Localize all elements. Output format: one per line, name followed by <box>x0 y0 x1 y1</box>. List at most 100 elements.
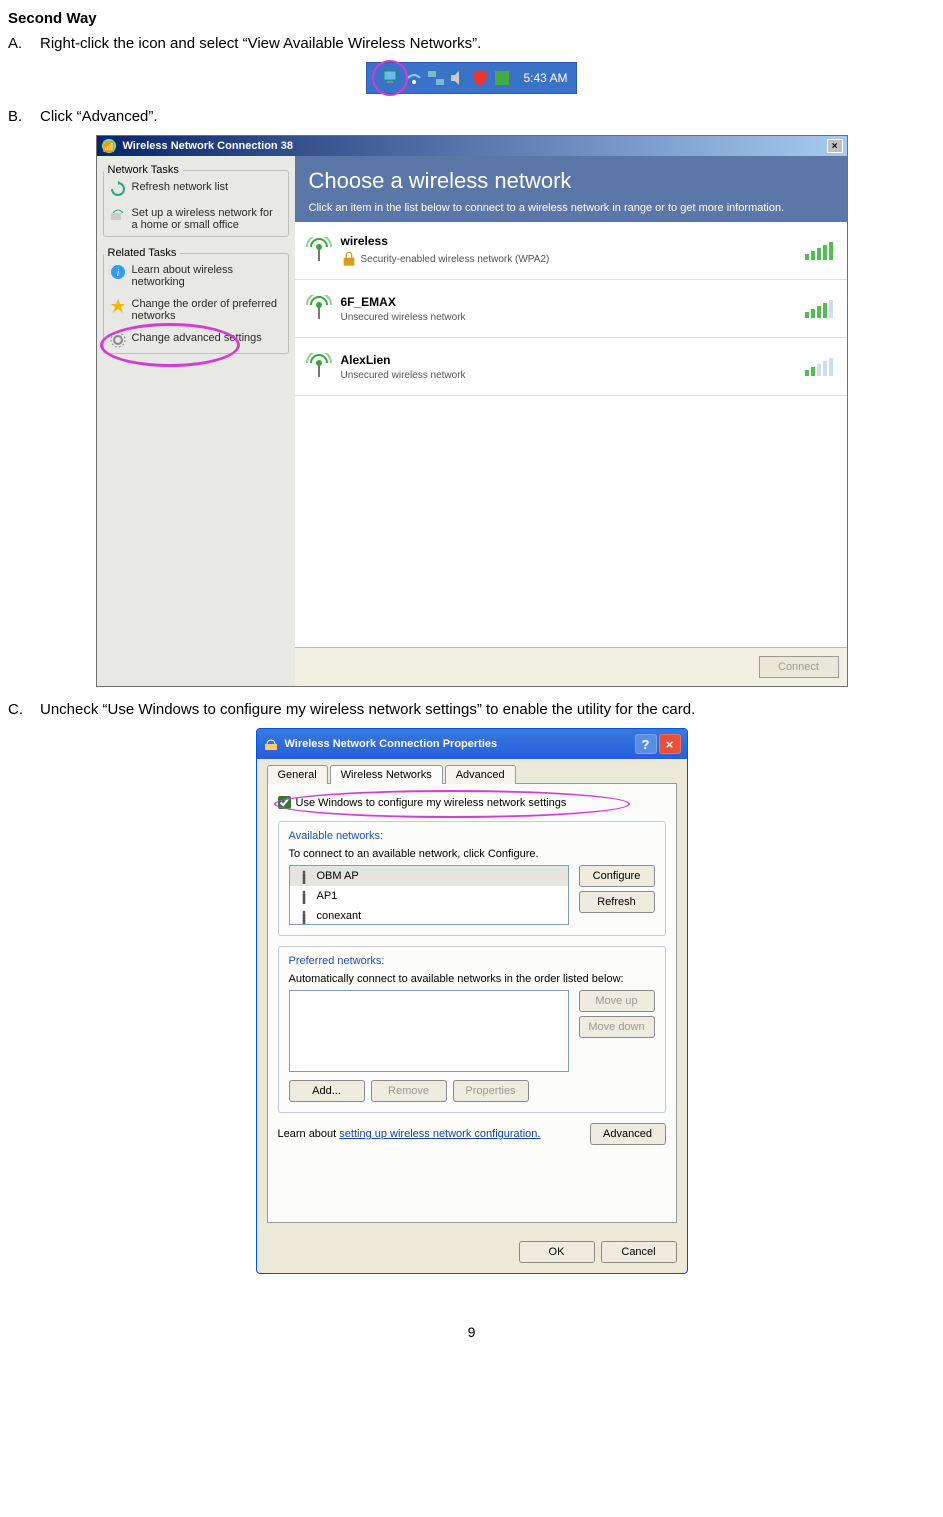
figure-systray: 5:43 AM <box>8 62 935 94</box>
antenna-icon <box>305 353 333 381</box>
wireless-titlebar-icon: 📶 <box>101 138 117 154</box>
use-windows-checkbox-row[interactable]: Use Windows to configure my wireless net… <box>278 794 666 811</box>
learn-link[interactable]: setting up wireless network configuratio… <box>339 1128 540 1140</box>
gear-icon <box>110 332 126 348</box>
step-c-text: Uncheck “Use Windows to configure my wir… <box>40 701 695 718</box>
properties-title: Wireless Network Connection Properties <box>285 738 498 750</box>
task-change-order-label: Change the order of preferred networks <box>132 298 282 322</box>
available-subtitle: To connect to an available network, clic… <box>289 848 655 860</box>
step-a-letter: A. <box>8 35 26 52</box>
network-name: AlexLien <box>341 353 797 367</box>
learn-text: Learn about setting up wireless network … <box>278 1128 570 1140</box>
moveup-button[interactable]: Move up <box>579 990 655 1012</box>
figure-wireless-list: 📶 Wireless Network Connection 38 × Netwo… <box>8 135 935 687</box>
step-b-row: B. Click “Advanced”. <box>8 108 935 125</box>
network-item[interactable]: 6F_EMAX Unsecured wireless network <box>295 280 847 338</box>
setup-icon <box>110 207 126 223</box>
available-networks-group: Available networks: To connect to an ava… <box>278 821 666 936</box>
banner-title: Choose a wireless network <box>309 168 833 194</box>
window-titlebar: 📶 Wireless Network Connection 38 × <box>97 136 847 156</box>
step-b-letter: B. <box>8 108 26 125</box>
configure-button[interactable]: Configure <box>579 865 655 887</box>
close-button[interactable]: × <box>659 734 681 754</box>
task-setup-wireless[interactable]: Set up a wireless network for a home or … <box>104 202 288 236</box>
network-item[interactable]: wireless Security-enabled wireless netwo… <box>295 222 847 280</box>
task-learn-label: Learn about wireless networking <box>132 264 282 288</box>
task-change-advanced[interactable]: Change advanced settings <box>104 327 288 353</box>
svg-text:i: i <box>116 267 119 279</box>
network-name: 6F_EMAX <box>341 295 797 309</box>
properties-titlebar: Wireless Network Connection Properties ?… <box>257 729 687 759</box>
section-heading: Second Way <box>8 10 935 27</box>
tab-general[interactable]: General <box>267 765 328 784</box>
refresh-button[interactable]: Refresh <box>579 891 655 913</box>
lock-icon <box>341 251 357 267</box>
tabs-row: General Wireless Networks Advanced <box>267 765 677 784</box>
properties-dialog: Wireless Network Connection Properties ?… <box>256 728 688 1274</box>
advanced-button[interactable]: Advanced <box>590 1123 666 1145</box>
window-title: Wireless Network Connection 38 <box>123 140 293 152</box>
wireless-connection-window: 📶 Wireless Network Connection 38 × Netwo… <box>96 135 848 687</box>
preferred-networks-group: Preferred networks: Automatically connec… <box>278 946 666 1113</box>
antenna-icon <box>296 888 312 904</box>
clock-time: 5:43 AM <box>523 71 567 85</box>
close-button[interactable]: × <box>827 139 843 153</box>
step-c-letter: C. <box>8 701 26 718</box>
task-learn-wireless[interactable]: i Learn about wireless networking <box>104 259 288 293</box>
network-security: Unsecured wireless network <box>341 370 466 381</box>
antenna-icon <box>305 237 333 265</box>
network-item[interactable]: AlexLien Unsecured wireless network <box>295 338 847 396</box>
svg-text:📶: 📶 <box>102 140 114 153</box>
tab-panel: Use Windows to configure my wireless net… <box>267 783 677 1223</box>
available-item-label: conexant <box>317 910 362 922</box>
figure-properties-dialog: Wireless Network Connection Properties ?… <box>8 728 935 1274</box>
list-item[interactable]: AP1 <box>290 886 568 906</box>
info-icon: i <box>110 264 126 280</box>
list-item[interactable]: conexant <box>290 906 568 925</box>
connect-button[interactable]: Connect <box>759 656 839 678</box>
related-tasks-legend: Related Tasks <box>104 247 181 259</box>
preferred-listbox[interactable] <box>289 990 569 1072</box>
star-icon <box>110 298 126 314</box>
choose-network-banner: Choose a wireless network Click an item … <box>295 156 847 222</box>
available-item-label: OBM AP <box>317 870 359 882</box>
movedown-button[interactable]: Move down <box>579 1016 655 1038</box>
step-a-text: Right-click the icon and select “View Av… <box>40 35 481 52</box>
network-tasks-group: Network Tasks Refresh network list Set u… <box>103 164 289 237</box>
available-legend: Available networks: <box>289 830 655 842</box>
network-name: wireless <box>341 234 797 248</box>
cancel-button[interactable]: Cancel <box>601 1241 677 1263</box>
network-security: Unsecured wireless network <box>341 312 466 323</box>
network-icon <box>427 69 445 87</box>
task-change-order[interactable]: Change the order of preferred networks <box>104 293 288 327</box>
tab-advanced[interactable]: Advanced <box>445 765 516 784</box>
task-change-advanced-label: Change advanced settings <box>132 332 262 344</box>
available-item-label: AP1 <box>317 890 338 902</box>
wireless-titlebar-icon <box>263 736 279 752</box>
antenna-icon <box>305 295 333 323</box>
add-button[interactable]: Add... <box>289 1080 365 1102</box>
related-tasks-group: Related Tasks i Learn about wireless net… <box>103 247 289 354</box>
properties-button[interactable]: Properties <box>453 1080 529 1102</box>
antenna-icon <box>296 868 312 884</box>
network-list: wireless Security-enabled wireless netwo… <box>295 222 847 647</box>
remove-button[interactable]: Remove <box>371 1080 447 1102</box>
refresh-icon <box>110 181 126 197</box>
step-c-row: C. Uncheck “Use Windows to configure my … <box>8 701 935 718</box>
available-listbox[interactable]: OBM AP AP1 conexant <box>289 865 569 925</box>
ok-button[interactable]: OK <box>519 1241 595 1263</box>
list-item[interactable]: OBM AP <box>290 866 568 886</box>
preferred-legend: Preferred networks: <box>289 955 655 967</box>
use-windows-checkbox[interactable] <box>278 796 291 809</box>
tab-wireless-networks[interactable]: Wireless Networks <box>330 765 443 784</box>
help-button[interactable]: ? <box>635 734 657 754</box>
signal-icon <box>805 300 837 318</box>
signal-icon <box>805 358 837 376</box>
task-refresh-network-list[interactable]: Refresh network list <box>104 176 288 202</box>
use-windows-label: Use Windows to configure my wireless net… <box>296 797 567 809</box>
left-task-pane: Network Tasks Refresh network list Set u… <box>97 156 295 686</box>
volume-icon <box>449 69 467 87</box>
util-icon <box>493 69 511 87</box>
network-security: Security-enabled wireless network (WPA2) <box>361 254 550 265</box>
wireless-icon <box>405 69 423 87</box>
